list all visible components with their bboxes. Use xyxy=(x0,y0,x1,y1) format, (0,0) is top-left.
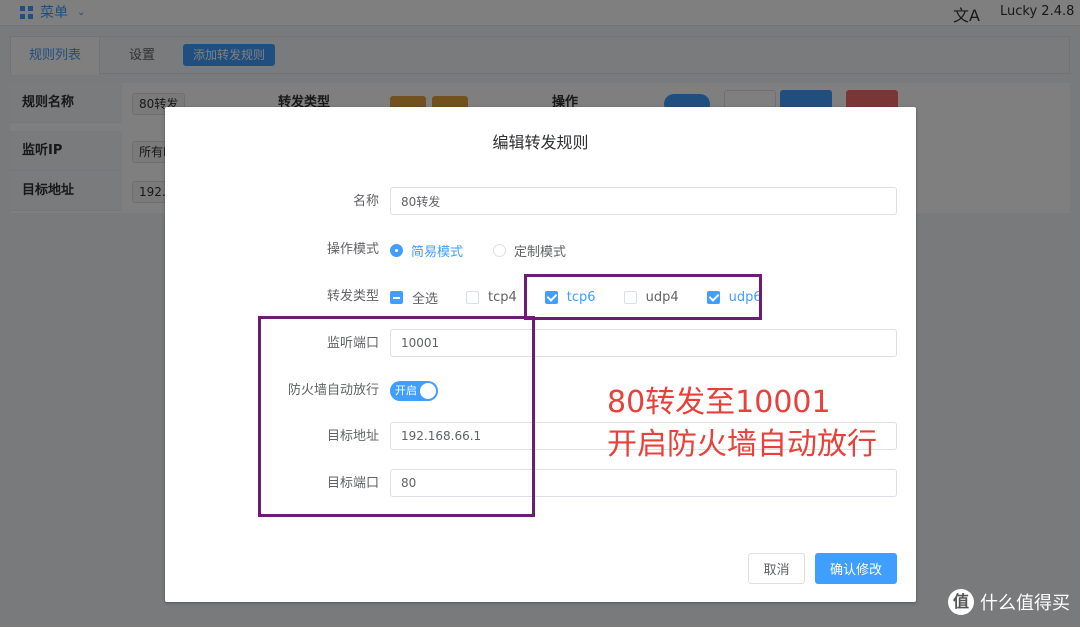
radio-simple-mode[interactable]: 简易模式 xyxy=(390,241,463,260)
checkbox-indeterminate-icon xyxy=(390,290,403,304)
name-input[interactable] xyxy=(390,187,897,215)
radio-circle-icon xyxy=(493,243,507,257)
form-row-name: 名称 xyxy=(165,187,916,217)
watermark-logo-icon: 值 xyxy=(948,589,974,615)
radio-custom-mode[interactable]: 定制模式 xyxy=(493,241,566,260)
watermark-text: 什么值得买 xyxy=(980,593,1070,614)
checkbox-label: 全选 xyxy=(412,291,439,307)
form-row-mode: 操作模式 简易模式 定制模式 xyxy=(165,235,916,265)
name-label: 名称 xyxy=(352,194,379,209)
checkbox-icon xyxy=(466,290,480,304)
type-label: 转发类型 xyxy=(326,289,379,304)
mode-radio-group: 简易模式 定制模式 xyxy=(390,235,596,265)
cancel-button[interactable]: 取消 xyxy=(748,553,805,584)
annotation-box-ports xyxy=(258,316,535,517)
checkbox-select-all[interactable]: 全选 xyxy=(390,288,438,307)
annotation-line-1: 80转发至10001 xyxy=(607,385,831,420)
annotation-box-protocols xyxy=(524,274,762,320)
checkbox-tcp4[interactable]: tcp4 xyxy=(466,290,517,305)
watermark: 值 什么值得买 xyxy=(948,589,1070,615)
radio-circle-icon xyxy=(390,243,403,257)
dialog-title: 编辑转发规则 xyxy=(492,133,589,152)
confirm-button[interactable]: 确认修改 xyxy=(815,553,897,584)
radio-label: 定制模式 xyxy=(514,244,567,260)
annotation-line-2: 开启防火墙自动放行 xyxy=(607,427,877,462)
checkbox-label: tcp4 xyxy=(488,289,517,305)
radio-label: 简易模式 xyxy=(411,244,464,260)
mode-label: 操作模式 xyxy=(326,242,379,257)
